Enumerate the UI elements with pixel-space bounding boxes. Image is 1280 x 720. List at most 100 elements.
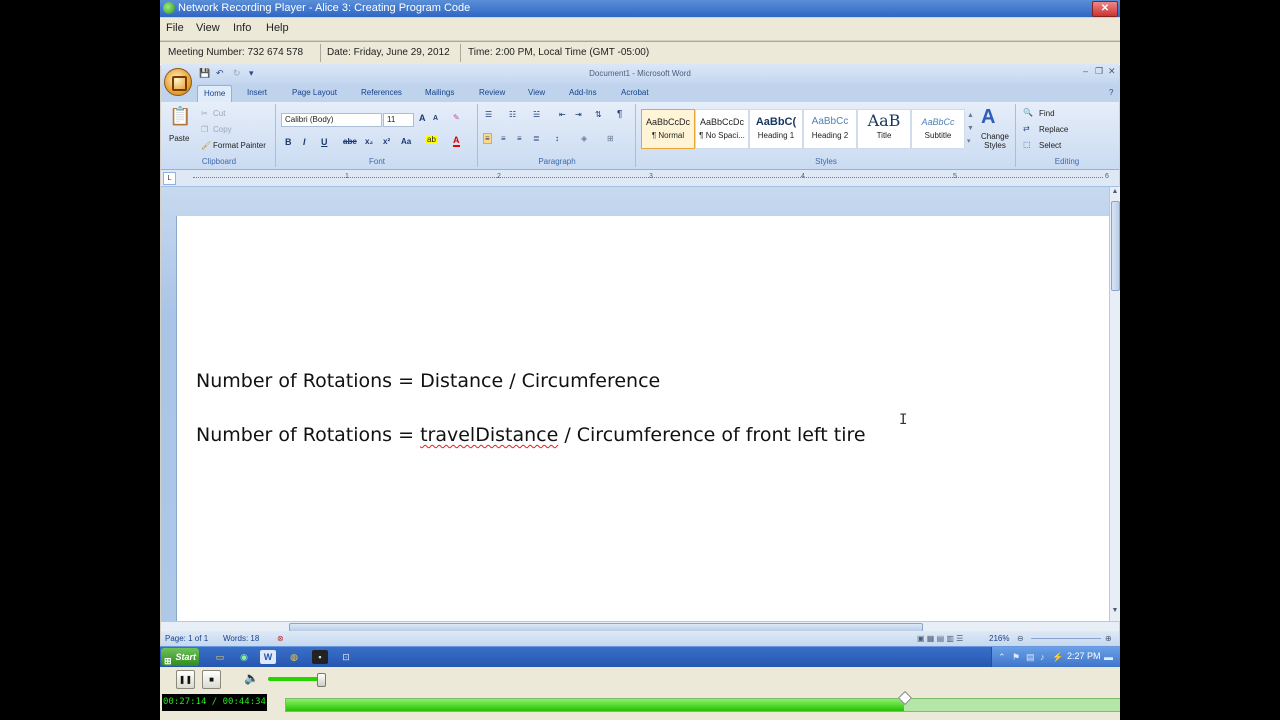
word-count[interactable]: Words: 18 <box>223 634 259 643</box>
style-no-spacing[interactable]: AaBbCcDc ¶ No Spaci... <box>695 109 749 149</box>
tab-acrobat[interactable]: Acrobat <box>621 88 649 97</box>
taskbar-clock[interactable]: 2:27 PM <box>1067 651 1101 661</box>
restore-icon[interactable]: ❐ <box>1095 66 1103 77</box>
italic-button[interactable]: I <box>303 137 306 147</box>
style-heading-2[interactable]: AaBbCc Heading 2 <box>803 109 857 149</box>
shrink-font-button[interactable]: A <box>433 115 438 122</box>
style-heading-1[interactable]: AaBbC( Heading 1 <box>749 109 803 149</box>
cut-button[interactable]: Cut <box>213 109 225 118</box>
start-button[interactable]: ⊞ Start <box>161 648 199 666</box>
borders-icon[interactable]: ⊞ <box>607 134 614 143</box>
proofing-icon[interactable]: ⊗ <box>277 634 284 643</box>
sort-icon[interactable]: ⇅ <box>595 110 602 119</box>
align-right-icon[interactable]: ≡ <box>517 134 522 143</box>
taskbar-console-icon[interactable]: ▪ <box>312 650 328 664</box>
format-painter-button[interactable]: Format Painter <box>213 141 266 150</box>
select-button[interactable]: Select <box>1039 141 1061 150</box>
close-button[interactable]: ✕ <box>1092 1 1118 17</box>
volume-handle[interactable] <box>317 673 327 687</box>
vertical-scroll-thumb[interactable] <box>1111 201 1120 291</box>
increase-indent-icon[interactable]: ⇥ <box>575 110 582 119</box>
shading-icon[interactable]: ◈ <box>581 134 587 143</box>
replace-button[interactable]: Replace <box>1039 125 1068 134</box>
tray-network-icon[interactable]: ▤ <box>1026 652 1035 663</box>
find-button[interactable]: Find <box>1039 109 1055 118</box>
menu-info[interactable]: Info <box>233 22 251 34</box>
change-case-button[interactable]: Aa <box>401 137 411 146</box>
decrease-indent-icon[interactable]: ⇤ <box>559 110 566 119</box>
tab-view[interactable]: View <box>528 88 545 97</box>
font-color-icon[interactable]: A <box>453 135 460 147</box>
zoom-out-icon[interactable]: ⊖ <box>1017 634 1024 643</box>
close-word-icon[interactable]: ✕ <box>1108 66 1116 77</box>
tray-flag-icon[interactable]: ⚑ <box>1012 652 1020 663</box>
font-name-combo[interactable]: Calibri (Body) <box>281 113 382 127</box>
view-buttons-icon[interactable]: ▣ ▦ ▤ ▥ ☰ <box>917 634 963 643</box>
paste-icon[interactable]: 📋 <box>169 106 191 127</box>
copy-button[interactable]: Copy <box>213 125 232 134</box>
find-icon[interactable]: 🔍 <box>1023 108 1033 117</box>
numbering-icon[interactable]: ☷ <box>509 110 516 119</box>
taskbar-word-icon[interactable]: W <box>260 650 276 664</box>
document-line-2[interactable]: Number of Rotations = travelDistance / C… <box>196 424 866 446</box>
cut-icon[interactable]: ✂ <box>201 109 208 118</box>
document-page[interactable]: Number of Rotations = Distance / Circumf… <box>176 216 1110 621</box>
taskbar-browser-icon[interactable]: ◍ <box>286 650 302 664</box>
strikethrough-button[interactable]: abe <box>343 137 357 146</box>
style-subtitle[interactable]: AaBbCc Subtitle <box>911 109 965 149</box>
copy-icon[interactable]: ❐ <box>201 125 208 134</box>
tray-power-icon[interactable]: ⚡ <box>1052 652 1063 663</box>
bullets-icon[interactable]: ☰ <box>485 110 492 119</box>
align-center-icon[interactable]: ≡ <box>501 134 506 143</box>
stop-button[interactable]: ■ <box>202 670 221 689</box>
playback-progress-bar[interactable] <box>285 690 1120 712</box>
tab-home[interactable]: Home <box>197 85 233 103</box>
align-left-icon[interactable]: ≡ <box>483 133 492 144</box>
style-normal[interactable]: AaBbCcDc ¶ Normal <box>641 109 695 149</box>
zoom-in-icon[interactable]: ⊕ <box>1105 634 1112 643</box>
tab-insert[interactable]: Insert <box>247 88 267 97</box>
menu-help[interactable]: Help <box>266 22 289 34</box>
taskbar-explorer-icon[interactable]: ▭ <box>212 650 228 664</box>
font-size-combo[interactable]: 11 <box>383 113 414 127</box>
vertical-scrollbar[interactable]: ▲ ▼ <box>1109 187 1120 621</box>
taskbar-app-icon[interactable]: ◉ <box>236 650 252 664</box>
pause-button[interactable]: ❚❚ <box>176 670 195 689</box>
show-desktop-icon[interactable]: ▬ <box>1104 652 1113 662</box>
show-formatting-icon[interactable]: ¶ <box>617 109 622 120</box>
page-count[interactable]: Page: 1 of 1 <box>165 634 208 643</box>
scroll-up-icon[interactable]: ▲ <box>1110 188 1120 195</box>
document-line-1[interactable]: Number of Rotations = Distance / Circumf… <box>196 370 660 392</box>
change-styles-icon[interactable]: A <box>981 106 995 129</box>
volume-icon[interactable]: 🔈 <box>244 671 259 685</box>
grow-font-button[interactable]: A <box>419 113 426 123</box>
change-styles-button[interactable]: Change Styles <box>977 132 1013 150</box>
tab-references[interactable]: References <box>361 88 402 97</box>
volume-slider[interactable] <box>268 673 327 687</box>
tab-mailings[interactable]: Mailings <box>425 88 454 97</box>
multilevel-list-icon[interactable]: ☱ <box>533 110 540 119</box>
office-button[interactable] <box>164 68 192 96</box>
format-painter-icon[interactable]: 🖌 <box>201 141 211 150</box>
line-spacing-icon[interactable]: ↕ <box>555 134 559 143</box>
tab-selector-icon[interactable]: L <box>163 172 176 185</box>
minimize-icon[interactable]: – <box>1083 66 1088 76</box>
misspelled-word[interactable]: travelDistance <box>420 424 558 446</box>
styles-scroll-icon[interactable]: ▲ ▼ ▾ <box>967 109 974 148</box>
superscript-button[interactable]: x² <box>383 137 390 146</box>
clear-formatting-icon[interactable]: ✎ <box>453 113 460 122</box>
underline-button[interactable]: U <box>321 137 328 147</box>
menu-file[interactable]: File <box>166 22 184 34</box>
bold-button[interactable]: B <box>285 137 292 147</box>
scroll-down-icon[interactable]: ▼ <box>1110 607 1120 614</box>
tab-add-ins[interactable]: Add-Ins <box>569 88 597 97</box>
zoom-level[interactable]: 216% <box>989 634 1009 643</box>
paste-button[interactable]: Paste <box>169 134 189 143</box>
horizontal-ruler[interactable]: L 1 2 3 4 5 6 <box>161 170 1119 187</box>
replace-icon[interactable]: ⇄ <box>1023 124 1030 133</box>
highlight-icon[interactable]: ab <box>425 135 438 144</box>
menu-view[interactable]: View <box>196 22 220 34</box>
help-icon[interactable]: ? <box>1109 88 1113 97</box>
select-icon[interactable]: ⬚ <box>1023 140 1031 149</box>
taskbar-network-icon[interactable]: ⊡ <box>338 650 354 664</box>
